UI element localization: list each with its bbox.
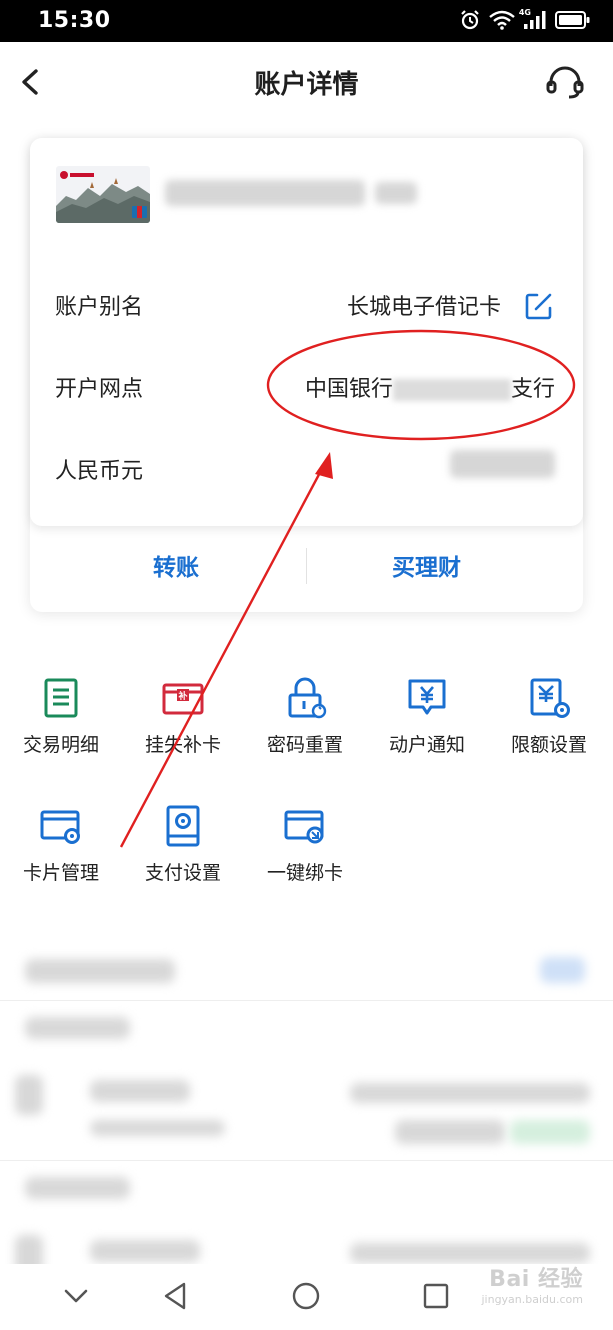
action-divider (306, 548, 307, 584)
report-loss-label: 挂失补卡 (144, 734, 221, 756)
account-notification-button[interactable]: 动户通知 (366, 676, 488, 757)
status-time: 15:30 (38, 8, 111, 33)
card-management-button[interactable]: 卡片管理 (0, 804, 122, 885)
chevron-down-icon[interactable] (60, 1280, 92, 1312)
watermark-sub: jingyan.baidu.com (481, 1293, 583, 1306)
limit-settings-label: 限额设置 (510, 734, 587, 756)
password-reset-label: 密码重置 (266, 734, 343, 756)
svg-text:补: 补 (177, 690, 187, 702)
limit-settings-icon (530, 678, 570, 718)
masked-account-suffix (375, 182, 417, 204)
alias-value: 长城电子借记卡 (346, 295, 501, 320)
card-actions: 转账 买理财 (30, 538, 583, 602)
bank-card-thumbnail (56, 166, 150, 223)
wifi-icon (489, 10, 515, 30)
status-bar: 15:30 4G (0, 0, 613, 42)
signal-icon (524, 11, 546, 29)
watermark: Bai 经验 jingyan.baidu.com (481, 1261, 583, 1306)
report-loss-button[interactable]: 补 挂失补卡 (122, 676, 244, 757)
masked-branch-name (392, 379, 511, 401)
branch-value-suffix: 支行 (510, 377, 555, 402)
one-click-bind-icon (284, 810, 324, 844)
password-reset-lock-icon (288, 677, 327, 719)
branch-value: 中国银行 支行 (305, 371, 555, 403)
report-loss-card-icon: 补 (162, 683, 204, 715)
account-card: 账户别名 长城电子借记卡 开户网点 中国银行 支行 人民币元 转账 买理财 (30, 138, 583, 612)
payment-settings-button[interactable]: 支付设置 (122, 804, 244, 885)
blurred-transactions-section (0, 945, 613, 1280)
masked-account-number (165, 180, 365, 206)
account-notification-label: 动户通知 (388, 734, 465, 756)
transaction-details-label: 交易明细 (22, 734, 99, 756)
yuan-notification-icon (408, 679, 446, 715)
one-click-bind-button[interactable]: 一键绑卡 (244, 804, 366, 885)
transaction-list-icon (44, 678, 78, 718)
home-circle-icon[interactable] (290, 1280, 322, 1312)
headset-icon[interactable] (545, 64, 585, 100)
edit-icon[interactable] (523, 290, 555, 322)
card-management-label: 卡片管理 (22, 862, 99, 884)
alias-label: 账户别名 (55, 295, 144, 320)
masked-balance (450, 450, 555, 478)
status-icons (459, 9, 591, 31)
transaction-details-button[interactable]: 交易明细 (0, 676, 122, 757)
account-info-panel: 账户别名 长城电子借记卡 开户网点 中国银行 支行 人民币元 (30, 138, 583, 526)
transfer-button[interactable]: 转账 (153, 548, 199, 582)
buy-wealth-product-button[interactable]: 买理财 (392, 548, 461, 582)
page-header: 账户详情 (0, 42, 613, 122)
battery-icon (555, 11, 590, 29)
page-title: 账户详情 (254, 70, 359, 100)
password-reset-button[interactable]: 密码重置 (244, 676, 366, 757)
currency-label: 人民币元 (55, 459, 144, 484)
card-manage-icon (40, 810, 80, 844)
watermark-main: Bai 经验 (489, 1267, 583, 1292)
branch-label: 开户网点 (55, 377, 144, 402)
alarm-icon (461, 10, 479, 30)
payment-settings-icon (166, 805, 200, 847)
limit-settings-button[interactable]: 限额设置 (488, 676, 610, 757)
recents-square-icon[interactable] (420, 1280, 452, 1312)
one-click-bind-label: 一键绑卡 (266, 862, 343, 884)
branch-value-prefix: 中国银行 (304, 377, 393, 402)
payment-settings-label: 支付设置 (144, 862, 221, 884)
back-triangle-icon[interactable] (160, 1280, 192, 1312)
